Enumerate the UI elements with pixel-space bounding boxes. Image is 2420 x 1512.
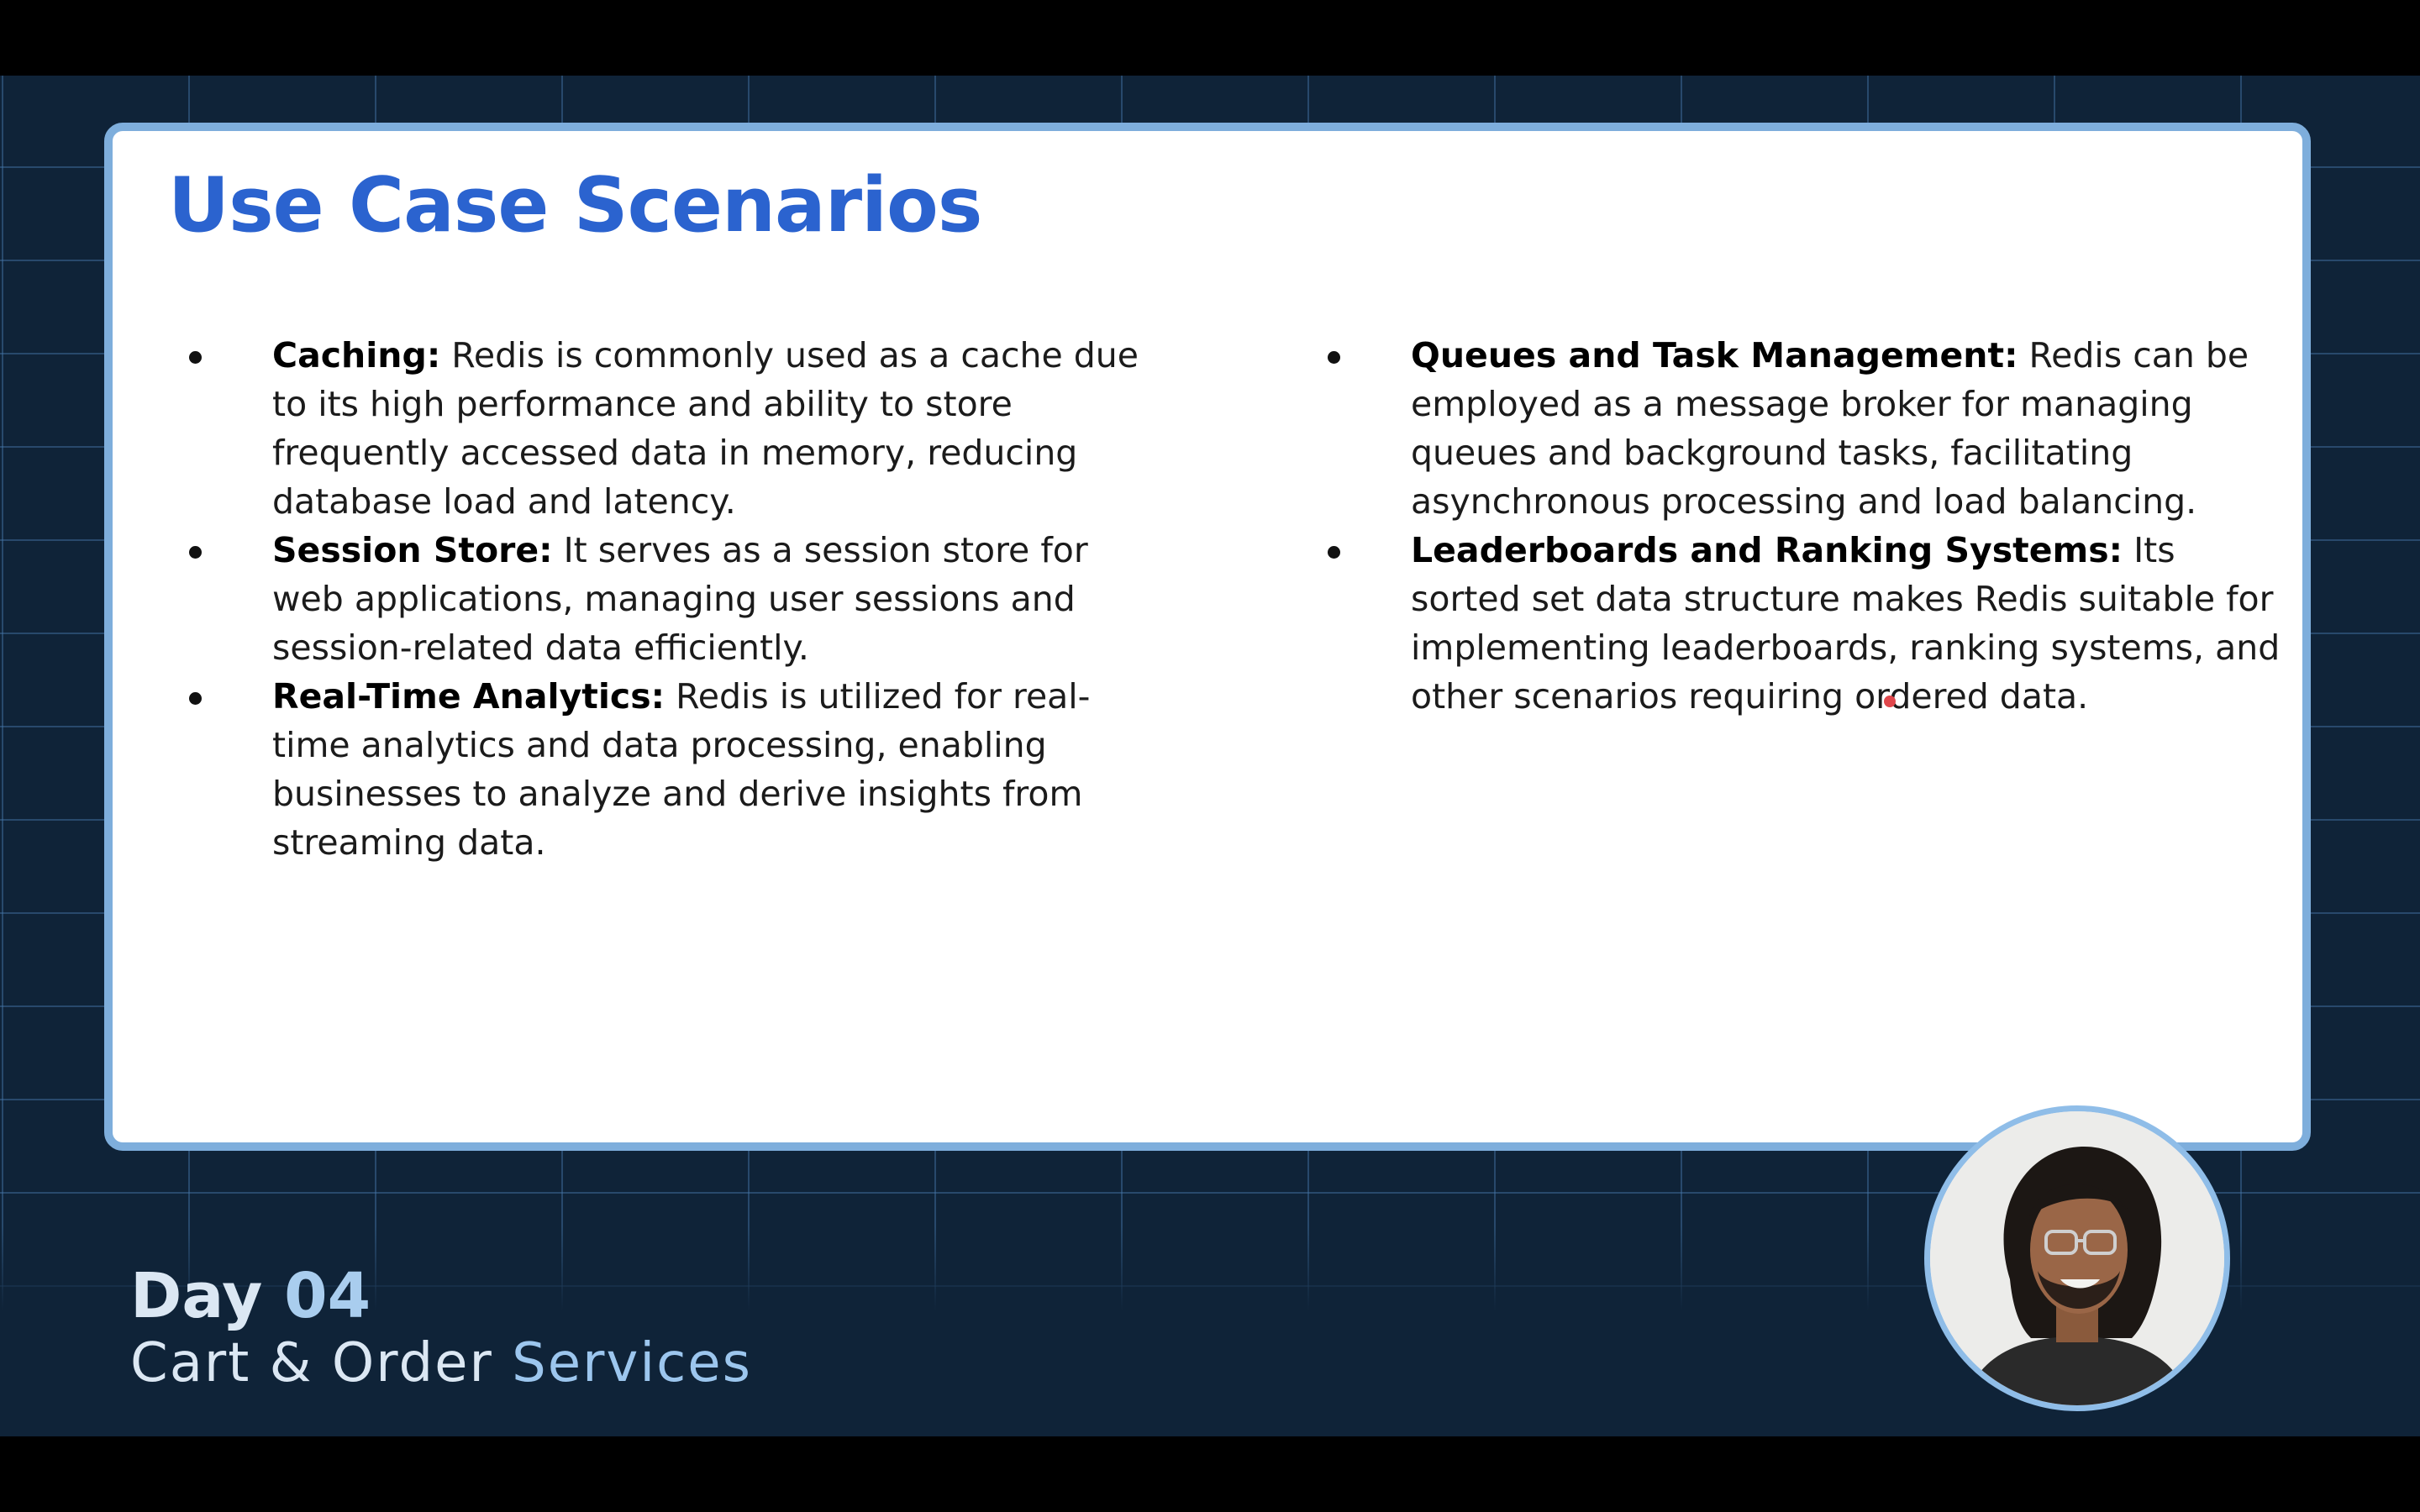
bullet-leaderboards: Leaderboards and Ranking Systems: Its so… xyxy=(1328,526,2285,721)
episode-subtitle: Cart & Order Services xyxy=(130,1332,752,1394)
subtitle-accent: Services xyxy=(512,1332,752,1394)
left-bullet-list: Caching: Redis is commonly used as a cac… xyxy=(189,331,1155,867)
bullet-dot-icon xyxy=(189,351,202,364)
bullet-heading: Session Store: xyxy=(272,530,553,570)
slide-title: Use Case Scenarios xyxy=(168,161,982,249)
bullet-dot-icon xyxy=(189,546,202,559)
laser-pointer-dot xyxy=(1884,696,1896,707)
bullet-queues: Queues and Task Management: Redis can be… xyxy=(1328,331,2285,526)
bullet-dot-icon xyxy=(189,692,202,705)
bullet-heading: Caching: xyxy=(272,335,441,375)
bullet-heading: Real-Time Analytics: xyxy=(272,676,666,717)
slide-card: Use Case Scenarios Caching: Redis is com… xyxy=(104,123,2311,1151)
bullet-session-store: Session Store: It serves as a session st… xyxy=(189,526,1155,672)
presenter-portrait-icon xyxy=(1930,1111,2224,1405)
day-number: 04 xyxy=(284,1260,371,1332)
bullet-dot-icon xyxy=(1328,351,1340,364)
day-word: Day xyxy=(130,1260,263,1332)
presenter-avatar xyxy=(1924,1105,2230,1411)
bullet-heading: Leaderboards and Ranking Systems: xyxy=(1411,530,2123,570)
bullet-dot-icon xyxy=(1328,546,1340,559)
day-label: Day 04 xyxy=(130,1260,371,1332)
subtitle-main: Cart & Order xyxy=(130,1332,513,1394)
right-bullet-list: Queues and Task Management: Redis can be… xyxy=(1328,331,2285,721)
bullet-heading: Queues and Task Management: xyxy=(1411,335,2018,375)
bullet-caching: Caching: Redis is commonly used as a cac… xyxy=(189,331,1155,526)
bullet-real-time-analytics: Real-Time Analytics: Redis is utilized f… xyxy=(189,672,1155,867)
